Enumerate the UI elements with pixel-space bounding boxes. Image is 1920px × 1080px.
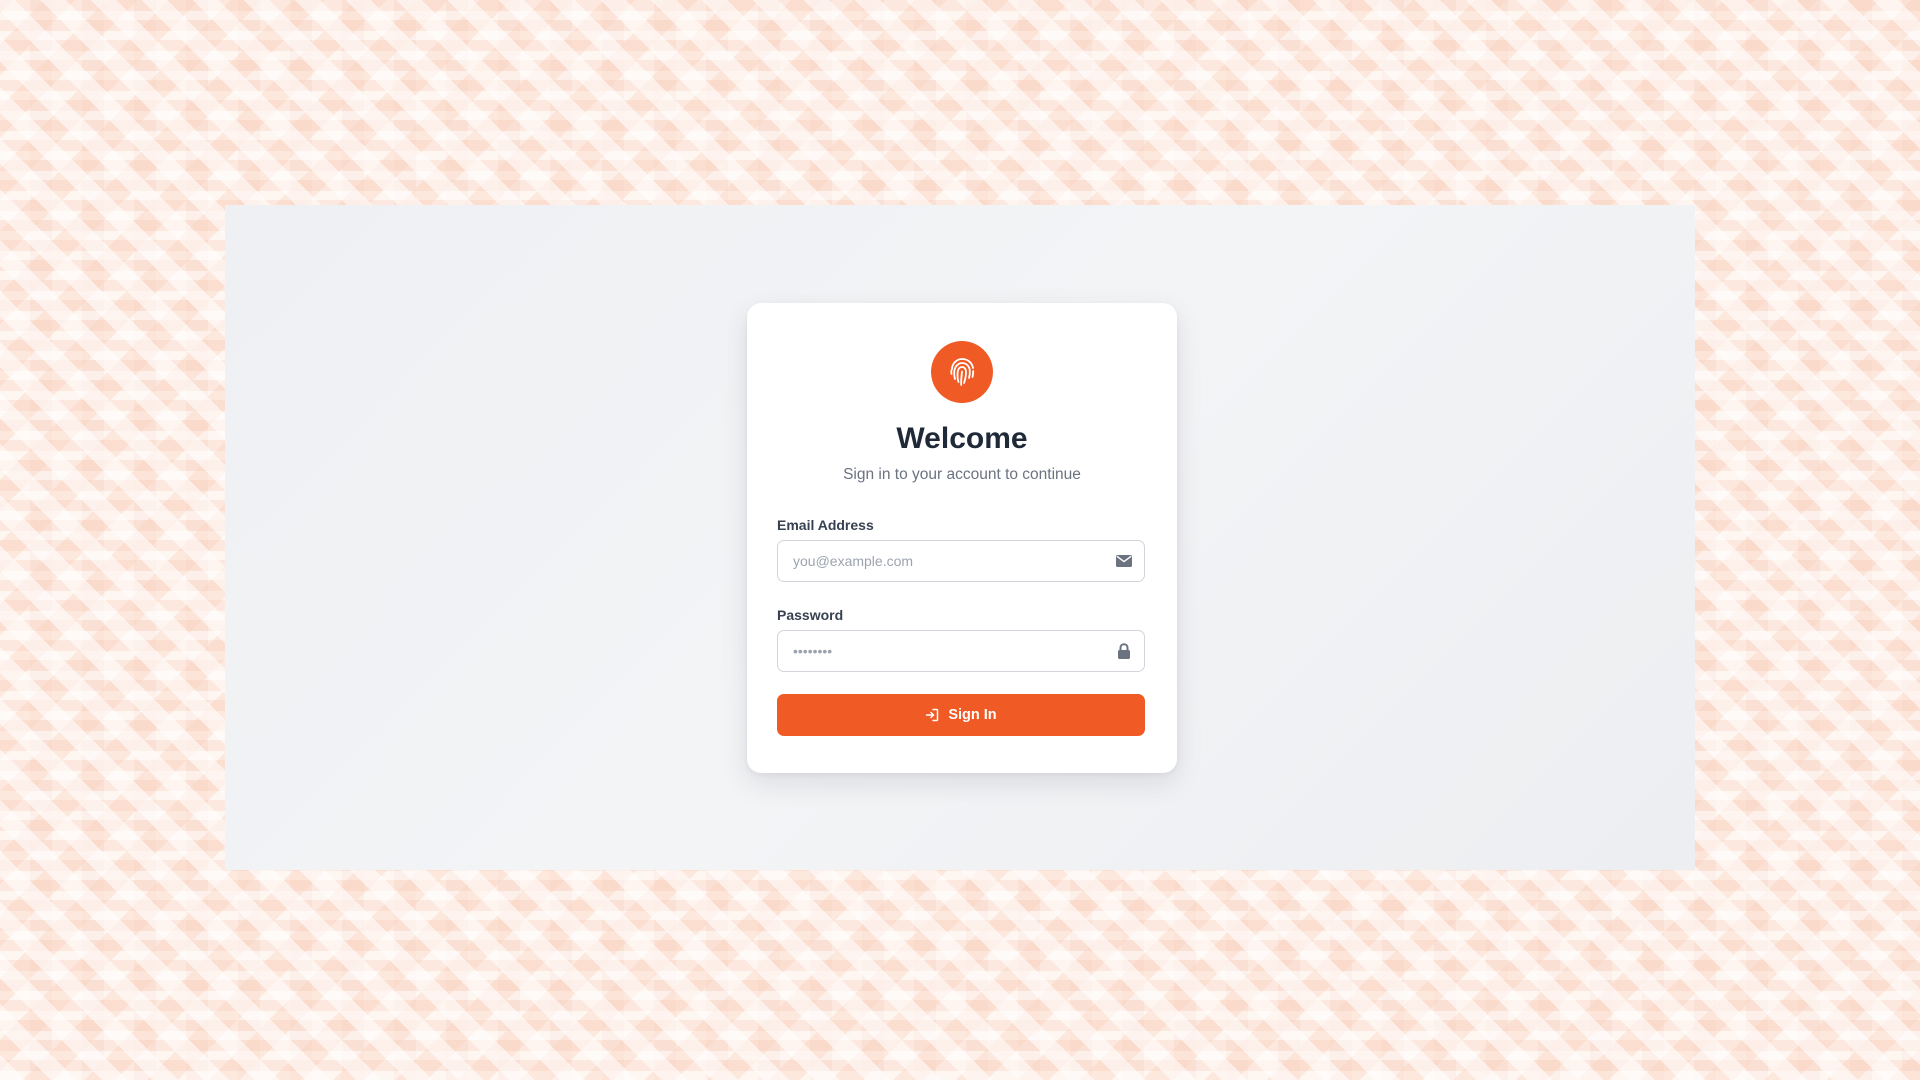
password-label: Password <box>777 607 844 623</box>
email-label: Email Address <box>777 517 874 533</box>
sign-in-icon <box>925 708 939 722</box>
page-subtitle: Sign in to your account to continue <box>843 466 1081 483</box>
fingerprint-icon <box>931 341 993 403</box>
login-card: Welcome Sign in to your account to conti… <box>747 303 1177 773</box>
page-title: Welcome <box>896 422 1028 455</box>
email-field-container <box>777 540 1145 582</box>
password-input[interactable] <box>778 631 1113 671</box>
sign-in-button[interactable]: Sign In <box>777 694 1145 736</box>
envelope-icon <box>1115 553 1132 569</box>
lock-icon <box>1115 643 1132 659</box>
password-field-container <box>777 630 1145 672</box>
sign-in-label: Sign In <box>948 707 997 723</box>
page-container: Welcome Sign in to your account to conti… <box>225 205 1695 870</box>
email-input[interactable] <box>778 541 1113 581</box>
